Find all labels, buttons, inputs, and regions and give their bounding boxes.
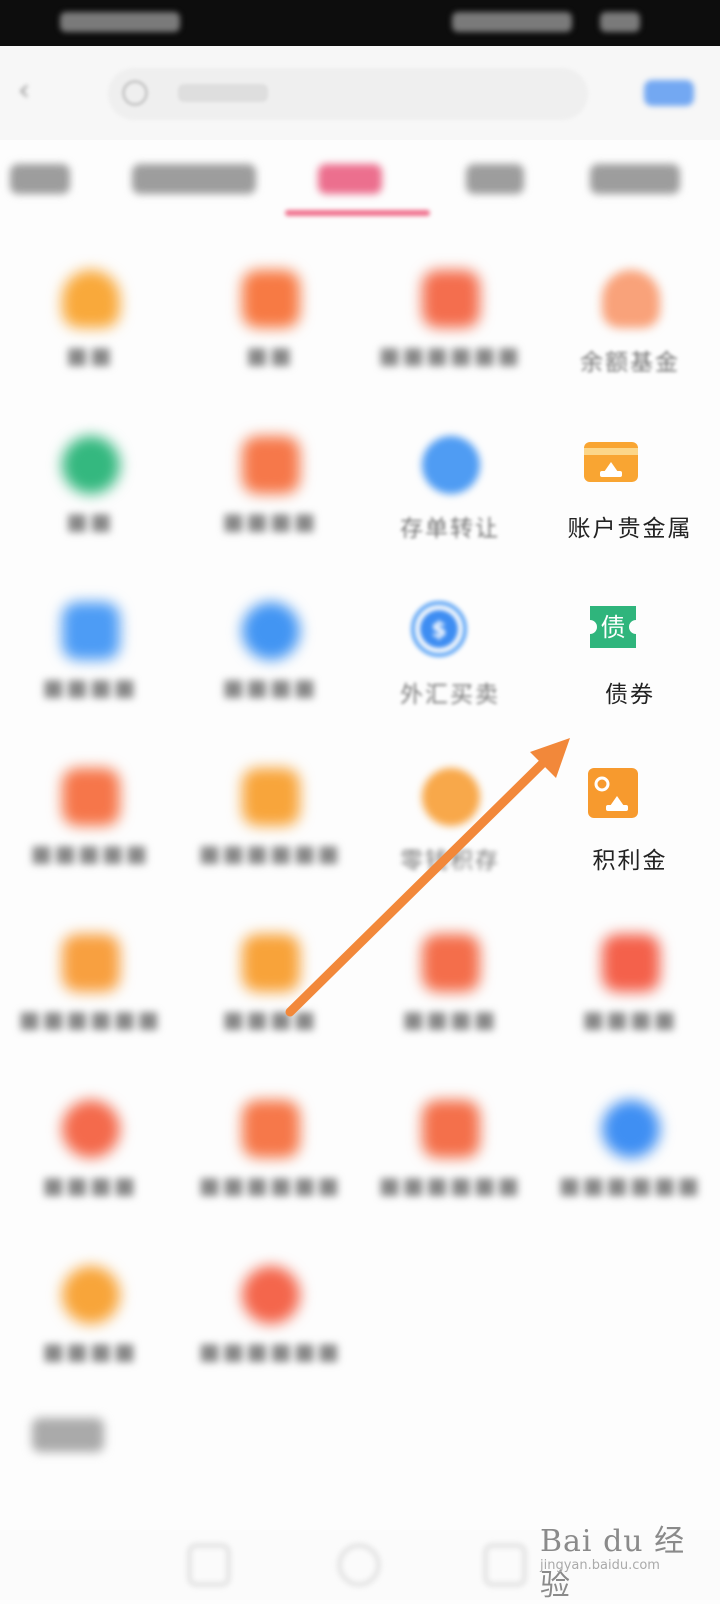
annotation-arrow — [285, 738, 570, 1017]
baidu-watermark: Bai du 经验 jingyan.baidu.com — [540, 1512, 710, 1603]
watermark-url: jingyan.baidu.com — [540, 1558, 660, 1573]
